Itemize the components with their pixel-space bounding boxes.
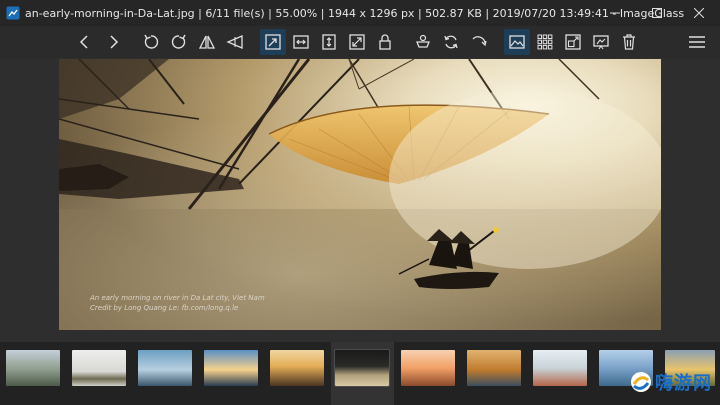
full-screen-icon <box>565 34 581 50</box>
open-with-icon <box>472 36 487 47</box>
thumbnail-strip: 嗨游网 <box>0 342 720 405</box>
window-title: an-early-morning-in-Da-Lat.jpg | 6/11 fi… <box>25 6 685 20</box>
lock-zoom-icon <box>379 34 391 50</box>
frameless-button[interactable] <box>588 29 614 55</box>
main-image: An early morning on river in Da Lat city… <box>59 59 661 330</box>
fit-width-icon <box>293 35 309 49</box>
rotate-right-icon <box>171 34 186 49</box>
thumbnail-grid-button[interactable] <box>532 29 558 55</box>
image-icon <box>509 35 525 49</box>
previous-image-button[interactable] <box>72 29 98 55</box>
auto-zoom-icon <box>349 34 365 50</box>
lock-zoom-button[interactable] <box>372 29 398 55</box>
full-screen-button[interactable] <box>560 29 586 55</box>
delete-icon <box>623 34 635 50</box>
color-picker-icon <box>416 34 430 48</box>
title-bar: an-early-morning-in-Da-Lat.jpg | 6/11 fi… <box>0 0 720 26</box>
fishing-boat-photo <box>59 59 661 330</box>
flip-vertical-button[interactable] <box>222 29 248 55</box>
thumbnail-grid-icon <box>537 34 553 50</box>
toolbar-buttons <box>72 26 644 58</box>
menu-icon <box>689 36 705 48</box>
minimize-icon <box>610 12 620 14</box>
flip-vertical-icon <box>226 35 243 49</box>
image-viewer[interactable]: An early morning on river in Da Lat city… <box>0 58 720 342</box>
thumbnail-7[interactable] <box>401 350 455 386</box>
rotate-left-button[interactable] <box>138 29 164 55</box>
maximize-icon <box>652 8 662 18</box>
next-image-button[interactable] <box>100 29 126 55</box>
thumbnail-6-current[interactable] <box>334 349 390 387</box>
thumbnail-8[interactable] <box>467 350 521 386</box>
thumbnail-9[interactable] <box>533 350 587 386</box>
delete-button[interactable] <box>616 29 642 55</box>
thumbnail-2[interactable] <box>72 350 126 386</box>
thumbnail-4[interactable] <box>204 350 258 386</box>
close-button[interactable] <box>678 0 720 26</box>
flip-horizontal-icon <box>198 35 216 49</box>
slideshow-icon <box>444 35 458 49</box>
close-icon <box>694 8 704 18</box>
actual-size-button[interactable] <box>260 29 286 55</box>
site-watermark: 嗨游网 <box>630 369 712 395</box>
photo-caption-line1: An early morning on river in Da Lat city… <box>90 294 265 302</box>
view-image-button[interactable] <box>504 29 530 55</box>
main-menu-button[interactable] <box>684 29 710 55</box>
fit-height-button[interactable] <box>316 29 342 55</box>
watermark-logo-icon <box>631 372 651 392</box>
fit-height-icon <box>322 34 336 50</box>
thumbnail-3[interactable] <box>138 350 192 386</box>
open-with-button[interactable] <box>466 29 492 55</box>
thumbnail-5[interactable] <box>270 350 324 386</box>
rotate-left-icon <box>144 34 159 49</box>
rotate-right-button[interactable] <box>166 29 192 55</box>
chevron-left-icon <box>79 35 88 49</box>
flip-horizontal-button[interactable] <box>194 29 220 55</box>
maximize-button[interactable] <box>636 0 678 26</box>
photo-caption-line2: Credit by Long Quang Le: fb.com/long.q.l… <box>90 304 239 312</box>
fit-width-button[interactable] <box>288 29 314 55</box>
auto-zoom-button[interactable] <box>344 29 370 55</box>
actual-size-icon <box>265 34 281 50</box>
toolbar <box>0 26 720 58</box>
minimize-button[interactable] <box>594 0 636 26</box>
chevron-right-icon <box>110 35 119 49</box>
color-picker-button[interactable] <box>410 29 436 55</box>
photo-caption: An early morning on river in Da Lat city… <box>90 293 265 313</box>
slideshow-button[interactable] <box>438 29 464 55</box>
imageglass-app-icon <box>6 6 20 20</box>
window-controls <box>594 0 720 26</box>
watermark-text: 嗨游网 <box>655 373 712 394</box>
thumbnail-1[interactable] <box>6 350 60 386</box>
frameless-icon <box>593 35 609 50</box>
